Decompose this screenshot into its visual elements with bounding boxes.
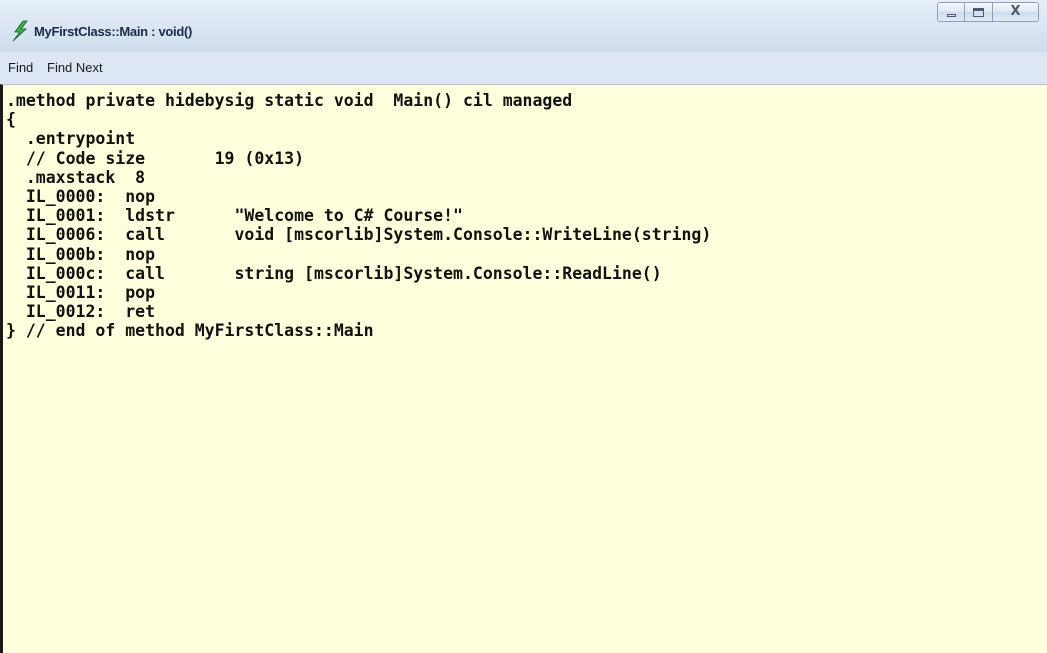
code-line: } // end of method MyFirstClass::Main: [6, 321, 374, 341]
code-line: .method private hidebysig static void Ma…: [6, 91, 573, 110]
minimize-button[interactable]: [937, 2, 965, 22]
close-button[interactable]: X: [993, 2, 1039, 22]
il-code-view[interactable]: .method private hidebysig static void Ma…: [0, 84, 1047, 653]
menu-item-find-next[interactable]: Find Next: [47, 60, 103, 75]
code-lines: .method private hidebysig static void Ma…: [6, 91, 711, 340]
code-line: IL_000b: nop: [6, 244, 156, 264]
code-line: IL_000c: call string [mscorlib]System.Co…: [6, 263, 662, 283]
minimize-icon: [947, 14, 956, 17]
menu-bar: Find Find Next: [0, 52, 1047, 84]
code-line: IL_0012: ret: [6, 302, 156, 322]
code-line: // Code size 19 (0x13): [6, 148, 305, 168]
ildasm-method-window: MyFirstClass::Main : void() X Find Find …: [0, 0, 1047, 653]
title-bar[interactable]: MyFirstClass::Main : void() X: [0, 0, 1047, 52]
code-line: .entrypoint: [6, 129, 136, 149]
maximize-button[interactable]: [965, 2, 993, 22]
code-line: IL_0000: nop: [6, 186, 156, 206]
code-line: .maxstack 8: [6, 167, 146, 187]
window-controls: X: [937, 2, 1039, 24]
window-title: MyFirstClass::Main : void(): [34, 24, 193, 39]
code-line: IL_0001: ldstr "Welcome to C# Course!": [6, 206, 463, 226]
menu-item-find[interactable]: Find: [8, 60, 33, 75]
close-icon: X: [1010, 4, 1021, 19]
lightning-app-icon: [12, 20, 28, 42]
maximize-icon: [973, 8, 984, 17]
code-line: IL_0011: pop: [6, 282, 156, 302]
code-line: IL_0006: call void [mscorlib]System.Cons…: [6, 225, 712, 245]
code-line: {: [6, 110, 16, 130]
